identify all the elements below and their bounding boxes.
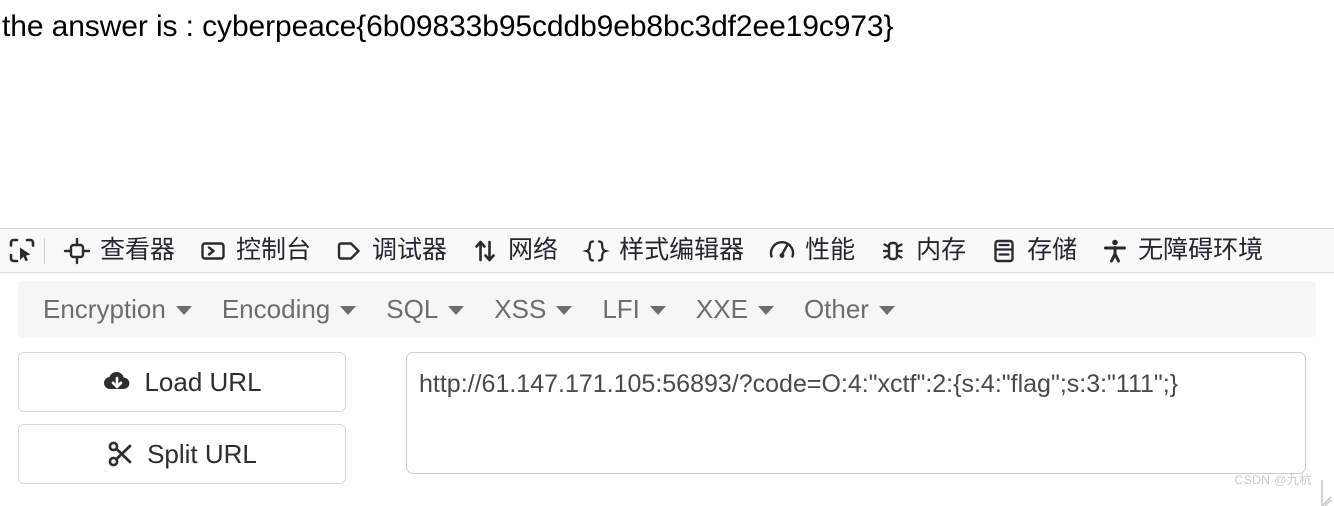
menu-other-label: Other — [803, 294, 869, 324]
menu-xss-label: XSS — [494, 294, 547, 324]
tab-memory-label: 内存 — [916, 236, 967, 264]
tab-debugger-label: 调试器 — [372, 236, 448, 264]
answer-text: the answer is : cyberpeace{6b09833b95cdd… — [2, 10, 894, 43]
tab-inspector-label: 查看器 — [100, 236, 176, 264]
tab-network[interactable]: 网络 — [459, 229, 570, 272]
chevron-down-icon — [175, 306, 192, 315]
chevron-down-icon — [757, 306, 774, 315]
hackbar-menu-bar: Encryption Encoding SQL XSS LFI XXE Othe… — [18, 281, 1316, 337]
tab-console-label: 控制台 — [236, 236, 312, 264]
tab-performance-label: 性能 — [805, 236, 856, 264]
chevron-down-icon — [878, 306, 895, 315]
inspector-target-icon — [63, 237, 91, 265]
chevron-down-icon — [649, 306, 666, 315]
hackbar-action-buttons: Load URL Split URL — [18, 352, 346, 484]
tab-network-label: 网络 — [508, 236, 559, 264]
url-input[interactable]: http://61.147.171.105:56893/?code=O:4:"x… — [406, 352, 1306, 474]
tab-storage[interactable]: 存储 — [978, 229, 1089, 272]
tab-storage-label: 存储 — [1027, 236, 1078, 264]
menu-xxe[interactable]: XXE — [681, 287, 789, 331]
menu-sql[interactable]: SQL — [371, 287, 479, 331]
chevron-down-icon — [340, 306, 357, 315]
tab-accessibility-label: 无障碍环境 — [1138, 236, 1264, 264]
split-url-label: Split URL — [147, 439, 257, 469]
menu-xxe-label: XXE — [695, 294, 748, 324]
element-picker-icon[interactable] — [2, 231, 42, 271]
watermark-corner-mark — [1321, 480, 1332, 506]
hackbar-panel: Encryption Encoding SQL XSS LFI XXE Othe… — [0, 281, 1334, 484]
cloud-download-icon — [102, 369, 132, 395]
devtools-panel: 查看器 控制台 调试器 网络 样式编辑器 性能 内存 存储 无障碍环境 Encr… — [0, 228, 1334, 506]
style-editor-braces-icon — [582, 237, 611, 265]
accessibility-person-icon — [1101, 237, 1129, 265]
menu-other[interactable]: Other — [789, 287, 910, 331]
csdn-watermark: CSDN @九杭 — [1234, 473, 1312, 487]
tab-performance[interactable]: 性能 — [756, 229, 867, 272]
load-url-label: Load URL — [144, 367, 262, 397]
tab-accessibility[interactable]: 无障碍环境 — [1089, 229, 1275, 272]
console-chevron-icon — [199, 237, 227, 265]
network-arrows-icon — [471, 237, 499, 265]
hackbar-body: Load URL Split URL http://61.147.171.105… — [18, 352, 1334, 484]
tab-memory[interactable]: 内存 — [867, 229, 978, 272]
tab-inspector[interactable]: 查看器 — [51, 229, 187, 272]
toolbar-divider — [44, 237, 45, 264]
tab-console[interactable]: 控制台 — [187, 229, 323, 272]
tab-style-editor[interactable]: 样式编辑器 — [570, 229, 756, 272]
chevron-down-icon — [448, 306, 465, 315]
devtools-toolbar: 查看器 控制台 调试器 网络 样式编辑器 性能 内存 存储 无障碍环境 — [0, 229, 1334, 273]
chevron-down-icon — [556, 306, 573, 315]
memory-chip-icon — [879, 237, 907, 265]
split-url-button[interactable]: Split URL — [18, 424, 346, 484]
load-url-button[interactable]: Load URL — [18, 352, 346, 412]
menu-lfi-label: LFI — [602, 294, 640, 324]
menu-encoding[interactable]: Encoding — [207, 287, 371, 331]
tab-style-editor-label: 样式编辑器 — [619, 236, 745, 264]
tab-debugger[interactable]: 调试器 — [323, 229, 459, 272]
menu-lfi[interactable]: LFI — [587, 287, 681, 331]
menu-sql-label: SQL — [386, 294, 439, 324]
menu-xss[interactable]: XSS — [479, 287, 587, 331]
menu-encoding-label: Encoding — [221, 294, 331, 324]
browser-page-content: the answer is : cyberpeace{6b09833b95cdd… — [0, 0, 1334, 228]
debugger-tag-icon — [335, 237, 363, 265]
storage-database-icon — [990, 237, 1018, 265]
menu-encryption-label: Encryption — [43, 294, 166, 324]
menu-encryption[interactable]: Encryption — [28, 287, 207, 331]
performance-gauge-icon — [768, 237, 796, 265]
scissors-icon — [107, 440, 135, 468]
